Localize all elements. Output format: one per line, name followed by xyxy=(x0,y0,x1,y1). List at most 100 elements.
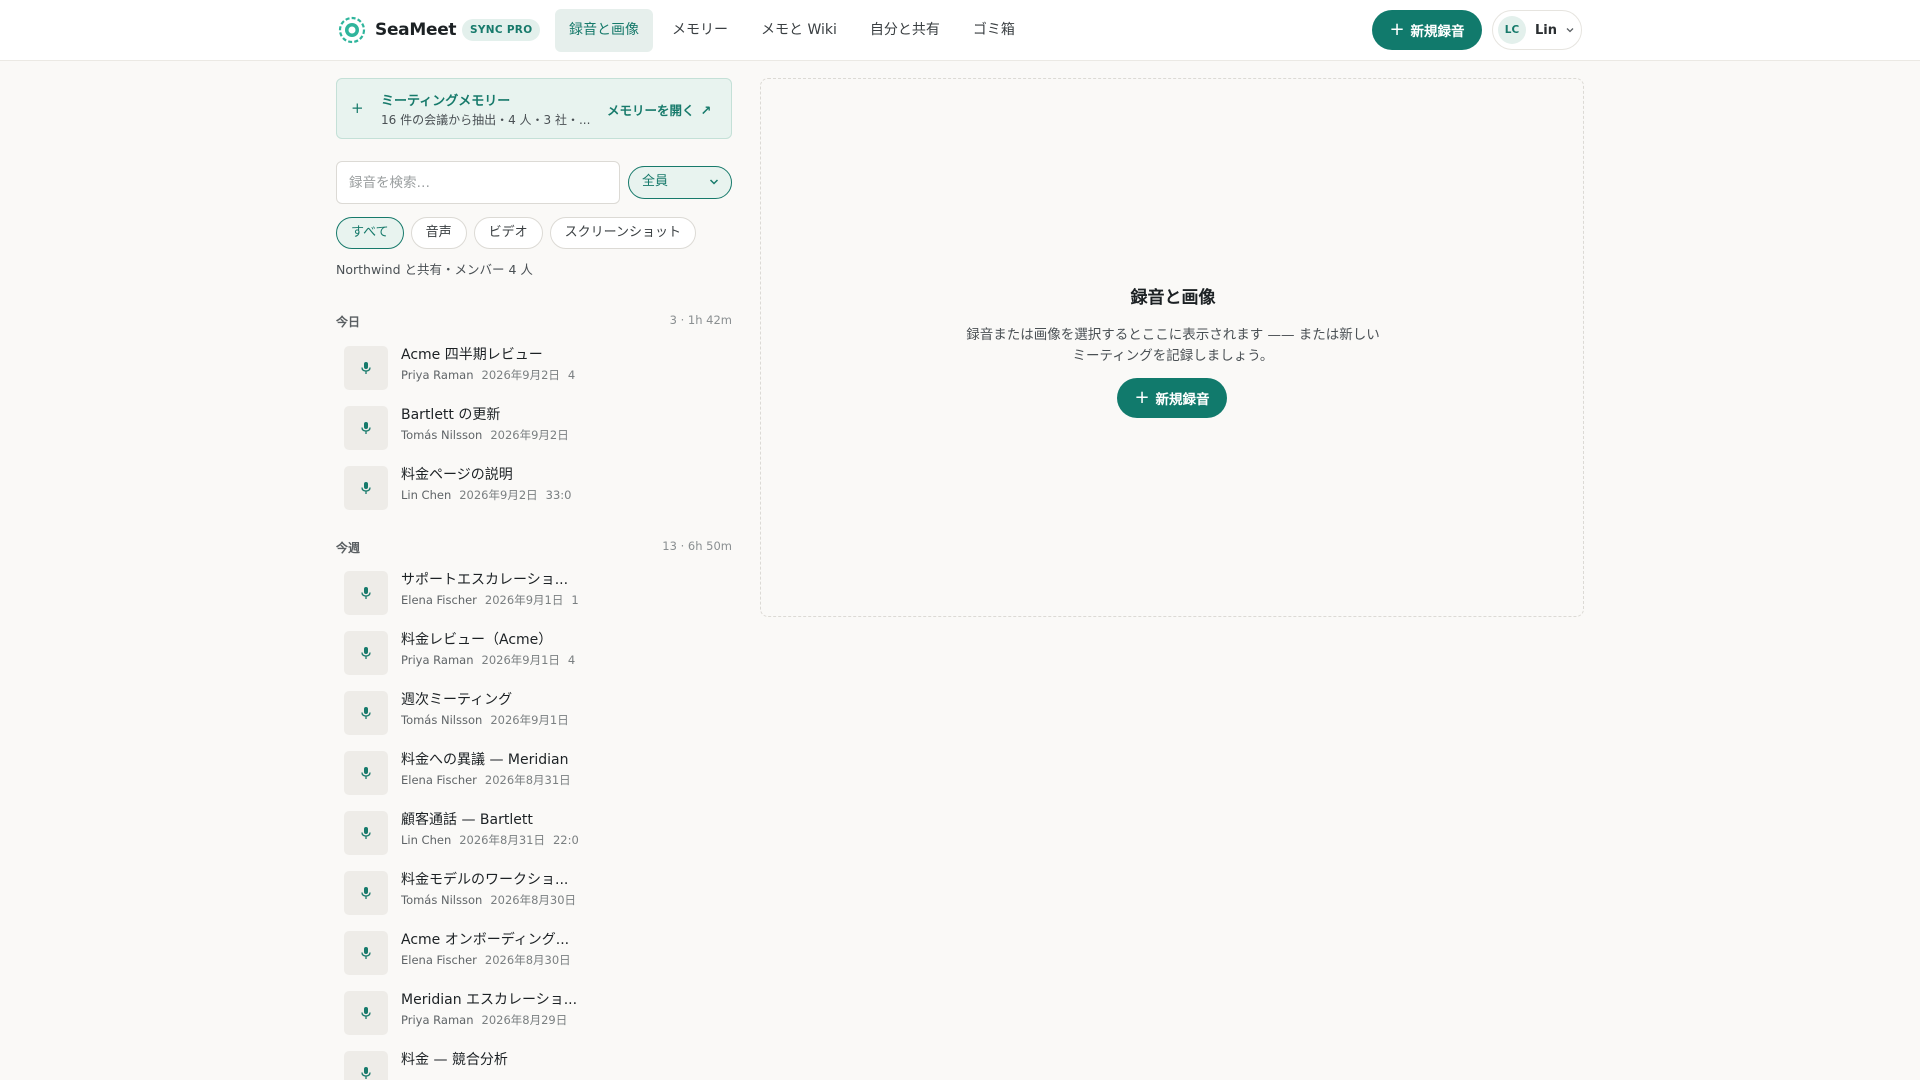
recording-date: 2026年9月2日 xyxy=(459,488,538,502)
recording-thumb xyxy=(344,346,388,390)
recording-date: 2026年9月1日 xyxy=(490,713,569,727)
recording-meta: Tomás Nilsson 2026年9月1日 xyxy=(401,712,581,728)
nav-shared-with-me[interactable]: 自分と共有 xyxy=(856,9,954,52)
recording-list-item[interactable]: Acme 四半期レビュー Priya Raman 2026年9月2日 4 xyxy=(344,344,580,390)
recording-owner: Lin Chen xyxy=(401,833,452,847)
chip-audio[interactable]: 音声 xyxy=(410,217,467,249)
recording-meta: Lin Chen 2026年8月31日 22:0 xyxy=(401,832,581,848)
open-memory-link[interactable]: メモリーを開く ↗ xyxy=(607,100,711,119)
chip-video[interactable]: ビデオ xyxy=(473,217,543,249)
user-menu[interactable]: LC Lin xyxy=(1492,10,1582,50)
new-recording-button[interactable]: + 新規録音 xyxy=(1372,10,1482,50)
recording-thumb xyxy=(344,811,388,855)
recording-title: 料金ページの説明 xyxy=(401,467,513,483)
type-filter-chips: すべて 音声 ビデオ スクリーンショット xyxy=(336,217,703,249)
recording-owner: Tomás Nilsson xyxy=(401,893,483,907)
chip-screenshot[interactable]: スクリーンショット xyxy=(549,217,696,249)
group-label: 今週 xyxy=(336,541,361,555)
open-memory-label: メモリーを開く xyxy=(607,103,695,118)
recording-title: 料金モデルのワークショ... xyxy=(401,872,569,888)
meeting-memory-card[interactable]: + ミーティングメモリー 16 件の会議から抽出・4 人・3 社・... メモリ… xyxy=(336,78,732,139)
recording-list-item[interactable]: 顧客通話 — Bartlett Lin Chen 2026年8月31日 22:0 xyxy=(344,809,580,855)
recording-title: 料金レビュー（Acme） xyxy=(401,632,553,648)
brand[interactable]: SeaMeet xyxy=(338,16,457,44)
new-recording-label: 新規録音 xyxy=(1410,24,1465,40)
recording-meta: Tomás Nilsson 2026年8月30日 xyxy=(401,892,581,908)
recording-owner: Elena Fischer xyxy=(401,593,477,607)
recording-list-item[interactable]: 料金ページの説明 Lin Chen 2026年9月2日 33:0 xyxy=(344,464,580,510)
sparkle-icon: + xyxy=(351,99,364,117)
recording-date: 2026年8月31日 xyxy=(484,773,571,787)
recording-date: 2026年8月30日 xyxy=(484,953,571,967)
group-meta: 3 · 1h 42m xyxy=(669,313,732,327)
nav-memory[interactable]: メモリー xyxy=(658,9,742,52)
recording-thumb xyxy=(344,631,388,675)
member-filter-select[interactable]: 全員 xyxy=(628,166,732,199)
plus-icon: + xyxy=(1389,19,1405,40)
recording-owner: Priya Raman xyxy=(401,653,474,667)
chip-all[interactable]: すべて xyxy=(336,217,404,249)
microphone-icon xyxy=(361,887,371,899)
arrow-up-right-icon: ↗ xyxy=(700,104,712,119)
recording-thumb xyxy=(344,751,388,795)
microphone-icon xyxy=(361,362,371,374)
recording-list-item[interactable]: 料金モデルのワークショ... Tomás Nilsson 2026年8月30日 xyxy=(344,869,580,915)
recording-list-item[interactable]: Acme オンボーディング... Elena Fischer 2026年8月30日 xyxy=(344,929,580,975)
recording-list-item[interactable]: 料金への異議 — Meridian Elena Fischer 2026年8月31日 xyxy=(344,749,580,795)
recording-owner: Lin Chen xyxy=(401,488,452,502)
microphone-icon xyxy=(361,647,371,659)
recording-meta: Priya Raman 2026年9月1日 4 xyxy=(401,652,581,668)
recording-title: 週次ミーティング xyxy=(401,692,513,708)
recording-date: 2026年8月31日 xyxy=(459,833,545,847)
panel-title: 録音と画像 xyxy=(1130,288,1216,308)
recording-owner: Elena Fischer xyxy=(401,773,477,787)
recording-thumb xyxy=(344,466,388,510)
search-input[interactable] xyxy=(336,161,620,204)
recording-title: Acme 四半期レビュー xyxy=(401,347,543,363)
recording-date: 2026年9月1日 xyxy=(484,593,564,607)
nav-recordings-images[interactable]: 録音と画像 xyxy=(555,9,653,52)
panel-description: 録音または画像を選択するとここに表示されます —— または新しいミーティングを記… xyxy=(966,327,1380,364)
recording-duration: 33:0 xyxy=(545,488,572,502)
microphone-icon xyxy=(361,1007,371,1019)
shared-note: Northwind と共有・メンバー 4 人 xyxy=(336,262,533,277)
recording-title: 料金 — 競合分析 xyxy=(401,1052,508,1068)
memory-title: ミーティングメモリー xyxy=(381,94,511,109)
top-bar: SeaMeet SYNC PRO 録音と画像 メモリー メモと Wiki 自分と… xyxy=(0,0,1920,61)
microphone-icon xyxy=(361,707,371,719)
recording-meta: Elena Fischer 2026年8月30日 xyxy=(401,952,581,968)
microphone-icon xyxy=(361,482,371,494)
recording-title: 顧客通話 — Bartlett xyxy=(401,812,533,828)
nav-trash[interactable]: ゴミ箱 xyxy=(959,9,1029,52)
recording-date: 2026年9月1日 xyxy=(481,653,560,667)
recording-owner: Elena Fischer xyxy=(401,953,477,967)
microphone-icon xyxy=(361,947,371,959)
new-recording-label: 新規録音 xyxy=(1155,392,1210,408)
recording-thumb xyxy=(344,406,388,450)
recording-date: 2026年8月30日 xyxy=(490,893,577,907)
new-recording-button-panel[interactable]: + 新規録音 xyxy=(1117,378,1227,418)
recording-meta: Elena Fischer 2026年8月31日 xyxy=(401,772,581,788)
recording-title: サポートエスカレーショ... xyxy=(401,572,569,588)
recording-thumb xyxy=(344,871,388,915)
brand-name: SeaMeet xyxy=(375,20,457,40)
recording-owner: Priya Raman xyxy=(401,1013,474,1027)
recording-list-item[interactable]: サポートエスカレーショ... Elena Fischer 2026年9月1日 1 xyxy=(344,569,580,615)
recording-list-item[interactable]: Bartlett の更新 Tomás Nilsson 2026年9月2日 xyxy=(344,404,580,450)
detail-empty-panel: 録音と画像 録音または画像を選択するとここに表示されます —— または新しいミー… xyxy=(760,78,1584,617)
recording-title: Bartlett の更新 xyxy=(401,407,501,423)
recording-list-item[interactable]: 料金 — 競合分析 xyxy=(344,1049,580,1080)
recording-owner: Tomás Nilsson xyxy=(401,713,483,727)
recording-thumb xyxy=(344,931,388,975)
avatar: LC xyxy=(1498,16,1526,44)
group-meta: 13 · 6h 50m xyxy=(662,539,732,553)
recording-date: 2026年9月2日 xyxy=(481,368,560,382)
chevron-down-icon xyxy=(1566,28,1574,33)
recording-list-item[interactable]: Meridian エスカレーショ... Priya Raman 2026年8月29日 xyxy=(344,989,580,1035)
group-header-week: 今週 13 · 6h 50m xyxy=(336,539,732,555)
recording-title: Meridian エスカレーショ... xyxy=(401,992,578,1008)
nav-notes-wiki[interactable]: メモと Wiki xyxy=(747,9,851,52)
recording-list-item[interactable]: 料金レビュー（Acme） Priya Raman 2026年9月1日 4 xyxy=(344,629,580,675)
recording-meta: Priya Raman 2026年9月2日 4 xyxy=(401,367,581,383)
recording-list-item[interactable]: 週次ミーティング Tomás Nilsson 2026年9月1日 xyxy=(344,689,580,735)
